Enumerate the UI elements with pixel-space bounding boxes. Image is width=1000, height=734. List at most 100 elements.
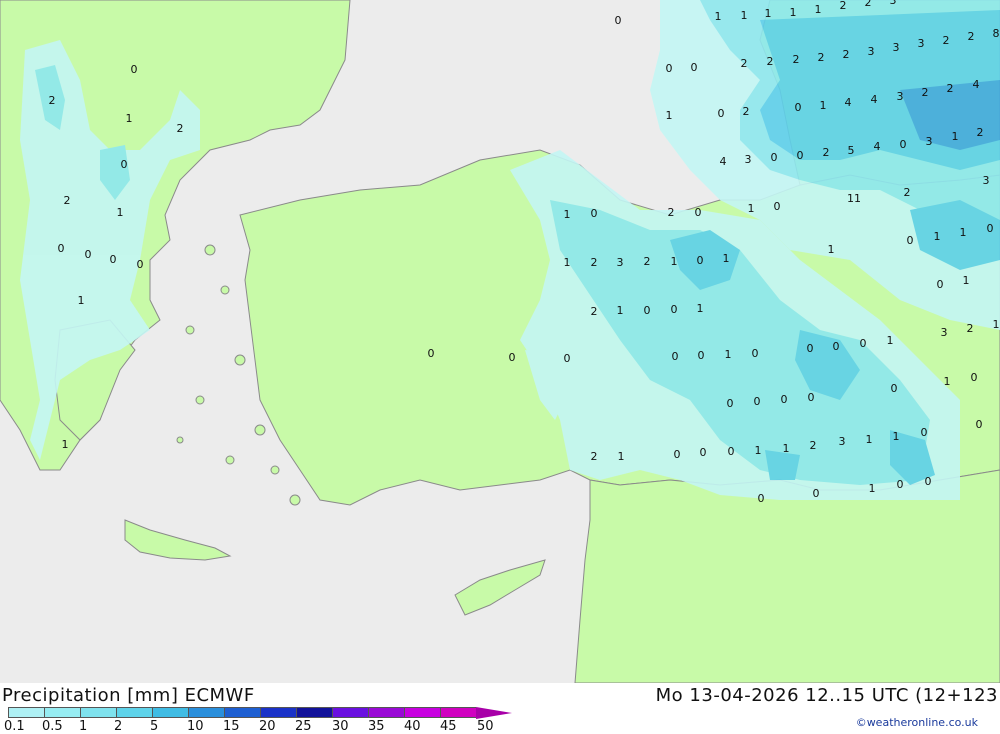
- legend-tick-label: 1: [79, 719, 88, 734]
- map-value-label: 2: [943, 34, 950, 47]
- map-value-label: 0: [666, 62, 673, 75]
- map-value-label: 1: [893, 430, 900, 443]
- legend-tick-label: 15: [223, 719, 240, 734]
- map-value-label: 1: [748, 202, 755, 215]
- map-value-label: 0: [697, 254, 704, 267]
- map-value-label: 0: [564, 352, 571, 365]
- map-value-label: 2: [865, 0, 872, 9]
- map-value-label: 1: [723, 252, 730, 265]
- map-value-label: 0: [987, 222, 994, 235]
- legend-swatch: [224, 707, 260, 718]
- map-value-label: 1: [564, 256, 571, 269]
- legend-tick-label: 50: [477, 719, 494, 734]
- map-value-label: 11: [847, 192, 861, 205]
- map-value-label: 3: [941, 326, 948, 339]
- map-value-label: 8: [993, 27, 1000, 40]
- map-value-label: 1: [78, 294, 85, 307]
- map-value-label: 3: [897, 90, 904, 103]
- map-value-label: 2: [904, 186, 911, 199]
- map-value-label: 2: [977, 126, 984, 139]
- map-value-label: 2: [810, 439, 817, 452]
- map-value-label: 0: [695, 206, 702, 219]
- legend-tick-label: 2: [114, 719, 123, 734]
- legend-tick-label: 40: [404, 719, 421, 734]
- map-value-label: 0: [428, 347, 435, 360]
- map-value-label: 0: [58, 242, 65, 255]
- map-value-label: 0: [615, 14, 622, 27]
- map-value-label: 2: [591, 256, 598, 269]
- map-value-label: 1: [666, 109, 673, 122]
- map-footer: Precipitation [mm] ECMWF Mo 13-04-2026 1…: [0, 683, 1000, 734]
- map-value-label: 1: [617, 304, 624, 317]
- map-value-label: 0: [771, 151, 778, 164]
- map-value-label: 1: [783, 442, 790, 455]
- map-value-label: 1: [934, 230, 941, 243]
- legend-tick-label: 0.5: [42, 719, 63, 734]
- map-value-label: 3: [893, 41, 900, 54]
- legend-swatch: [440, 707, 476, 718]
- map-value-label: 1: [671, 255, 678, 268]
- map-value-label: 1: [62, 438, 69, 451]
- map-value-label: 2: [64, 194, 71, 207]
- legend-swatch: [332, 707, 368, 718]
- legend-tick-label: 20: [259, 719, 276, 734]
- map-value-label: 0: [672, 350, 679, 363]
- map-value-label: 0: [727, 397, 734, 410]
- map-value-label: 2: [823, 146, 830, 159]
- map-value-label: 0: [754, 395, 761, 408]
- map-value-label: 0: [700, 446, 707, 459]
- map-value-label: 1: [869, 482, 876, 495]
- legend-tick-label: 35: [368, 719, 385, 734]
- map-value-label: 0: [644, 304, 651, 317]
- map-value-label: 2: [741, 57, 748, 70]
- map-value-label: 0: [833, 340, 840, 353]
- color-legend: [8, 707, 512, 719]
- map-value-label: 0: [591, 207, 598, 220]
- map-value-label: 1: [725, 348, 732, 361]
- precipitation-map: 0 1 1 1 1 1 2 2 380 0 2 2 2 2 2 3 3 3 2 20 210 1 4 4 3 2 2 44 3 0 0 2 5 4…: [0, 0, 1000, 683]
- map-value-label: 0: [907, 234, 914, 247]
- map-value-label: 0: [110, 253, 117, 266]
- map-value-label: 2: [591, 450, 598, 463]
- legend-swatch: [296, 707, 332, 718]
- map-value-label: 1: [790, 6, 797, 19]
- map-value-label: 0: [85, 248, 92, 261]
- map-value-label: 4: [973, 78, 980, 91]
- map-value-label: 2: [793, 53, 800, 66]
- map-value-label: 0: [937, 278, 944, 291]
- map-value-label: 0: [808, 391, 815, 404]
- map-value-label: 0: [509, 351, 516, 364]
- map-value-label: 2: [591, 305, 598, 318]
- map-value-label: 0: [797, 149, 804, 162]
- legend-swatch: [188, 707, 224, 718]
- map-value-label: 1: [963, 274, 970, 287]
- map-value-label: 1: [618, 450, 625, 463]
- map-value-label: 0: [758, 492, 765, 505]
- map-value-label: 2: [177, 122, 184, 135]
- map-value-label: 0: [131, 63, 138, 76]
- map-value-label: 0: [813, 487, 820, 500]
- legend-swatch: [404, 707, 440, 718]
- map-value-label: 2: [49, 94, 56, 107]
- map-value-label: 1: [828, 243, 835, 256]
- credit-link[interactable]: ©weatheronline.co.uk: [856, 716, 978, 729]
- map-value-label: 1: [697, 302, 704, 315]
- legend-tick-label: 0.1: [4, 719, 25, 734]
- forecast-datetime: Mo 13-04-2026 12..15 UTC (12+123: [655, 685, 998, 706]
- map-value-label: 0: [860, 337, 867, 350]
- map-value-label: 1: [866, 433, 873, 446]
- legend-swatch: [8, 707, 44, 718]
- map-title: Precipitation [mm] ECMWF: [2, 685, 255, 706]
- map-value-label: 2: [840, 0, 847, 12]
- map-value-label: 0: [691, 61, 698, 74]
- legend-tick-label: 30: [332, 719, 349, 734]
- map-value-label: 2: [922, 86, 929, 99]
- map-value-label: 3: [890, 0, 897, 7]
- map-value-label: 3: [868, 45, 875, 58]
- map-value-label: 4: [874, 140, 881, 153]
- legend-swatch: [116, 707, 152, 718]
- legend-swatch: [80, 707, 116, 718]
- map-value-label: 3: [918, 37, 925, 50]
- map-value-label: 0: [925, 475, 932, 488]
- map-value-label: 2: [668, 206, 675, 219]
